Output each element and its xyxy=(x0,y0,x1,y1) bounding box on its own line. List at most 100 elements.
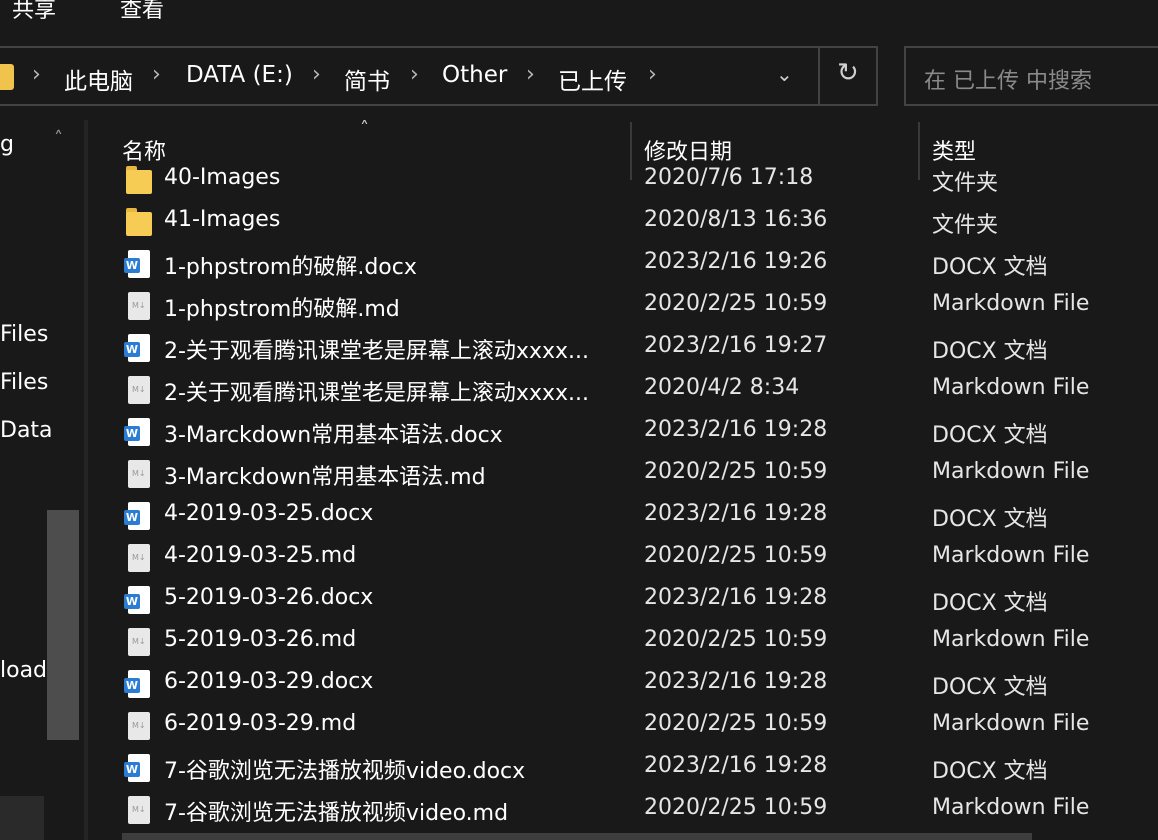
file-name: 3-Marckdown常用基本语法.docx xyxy=(164,423,503,448)
file-name: 2-关于观看腾讯课堂老是屏幕上滚动xxxx... xyxy=(164,339,589,364)
breadcrumb-separator-icon[interactable]: › xyxy=(152,62,161,87)
file-row[interactable]: M↓ 3-Marckdown常用基本语法.md 2020/2/25 10:59 Mar… xyxy=(88,452,1158,494)
breadcrumb-jianshu[interactable]: 简书 xyxy=(344,62,390,96)
tab-view[interactable]: 查看 xyxy=(120,0,164,24)
file-name: 7-谷歌浏览无法播放视频video.md xyxy=(164,801,509,826)
file-name: 41-Images xyxy=(164,207,281,232)
file-row[interactable]: W 4-2019-03-25.docx 2023/2/16 19:28 DOCX 文档 xyxy=(88,494,1158,536)
tab-share[interactable]: 共享 xyxy=(12,0,56,24)
file-name: 6-2019-03-29.docx xyxy=(164,669,374,694)
breadcrumb-this-pc[interactable]: 此电脑 xyxy=(64,62,133,96)
file-date: 2023/2/16 19:28 xyxy=(644,753,828,778)
word-document-icon: W xyxy=(124,418,152,446)
folder-icon xyxy=(126,166,152,194)
sort-ascending-icon: ˄ xyxy=(360,120,369,139)
file-row[interactable]: W 1-phpstrom的破解.docx 2023/2/16 19:26 DOCX 文… xyxy=(88,242,1158,284)
file-row[interactable]: 40-Images 2020/7/6 17:18 文件夹 xyxy=(88,158,1158,200)
file-type: DOCX 文档 xyxy=(932,507,1048,532)
file-type: Markdown File xyxy=(932,291,1090,316)
file-date: 2020/7/6 17:18 xyxy=(644,165,814,190)
file-row[interactable]: W 7-谷歌浏览无法播放视频video.docx 2023/2/16 19:28 DO… xyxy=(88,746,1158,788)
file-type: Markdown File xyxy=(932,711,1090,736)
file-name: 1-phpstrom的破解.docx xyxy=(164,255,417,280)
file-date: 2023/2/16 19:27 xyxy=(644,333,828,358)
file-type: Markdown File xyxy=(932,375,1090,400)
markdown-file-icon: M↓ xyxy=(126,712,152,740)
file-rows: 40-Images 2020/7/6 17:18 文件夹 41-Images 2020/… xyxy=(88,158,1158,830)
search-placeholder: 在 已上传 中搜索 xyxy=(924,69,1092,94)
horizontal-scrollbar[interactable] xyxy=(122,833,1032,840)
file-type: Markdown File xyxy=(932,459,1090,484)
markdown-file-icon: M↓ xyxy=(126,292,152,320)
nav-item[interactable]: Data xyxy=(0,418,53,443)
breadcrumb-separator-icon[interactable]: › xyxy=(32,62,41,87)
markdown-file-icon: M↓ xyxy=(126,460,152,488)
folder-icon xyxy=(126,208,152,236)
markdown-file-icon: M↓ xyxy=(126,796,152,824)
file-type: DOCX 文档 xyxy=(932,759,1048,784)
file-row[interactable]: 41-Images 2020/8/13 16:36 文件夹 xyxy=(88,200,1158,242)
breadcrumb-separator-icon[interactable]: › xyxy=(648,62,657,87)
file-type: DOCX 文档 xyxy=(932,591,1048,616)
file-date: 2020/2/25 10:59 xyxy=(644,459,828,484)
file-row[interactable]: W 6-2019-03-29.docx 2023/2/16 19:28 DOCX 文档 xyxy=(88,662,1158,704)
file-row[interactable]: M↓ 2-关于观看腾讯课堂老是屏幕上滚动xxxx... 2020/4/2 8:34 M… xyxy=(88,368,1158,410)
markdown-file-icon: M↓ xyxy=(126,628,152,656)
file-date: 2020/4/2 8:34 xyxy=(644,375,800,400)
refresh-icon[interactable]: ↻ xyxy=(837,58,859,88)
ribbon: 共享 查看 xyxy=(0,0,1158,30)
breadcrumb-separator-icon[interactable]: › xyxy=(312,62,321,87)
file-type: Markdown File xyxy=(932,795,1090,820)
file-row[interactable]: W 3-Marckdown常用基本语法.docx 2023/2/16 19:28 DO… xyxy=(88,410,1158,452)
file-row[interactable]: M↓ 1-phpstrom的破解.md 2020/2/25 10:59 Markdow… xyxy=(88,284,1158,326)
file-row[interactable]: M↓ 7-谷歌浏览无法播放视频video.md 2020/2/25 10:59 Mar… xyxy=(88,788,1158,830)
nav-scrollbar-thumb[interactable] xyxy=(47,510,79,740)
breadcrumb-separator-icon[interactable]: › xyxy=(410,62,419,87)
file-type: 文件夹 xyxy=(932,213,999,238)
scroll-up-icon[interactable]: ˄ xyxy=(54,128,63,149)
file-name: 3-Marckdown常用基本语法.md xyxy=(164,465,486,490)
file-name: 2-关于观看腾讯课堂老是屏幕上滚动xxxx... xyxy=(164,381,589,406)
folder-icon xyxy=(0,64,14,90)
nav-item[interactable]: Files xyxy=(0,370,48,395)
file-row[interactable]: M↓ 5-2019-03-26.md 2020/2/25 10:59 Markdown… xyxy=(88,620,1158,662)
file-type: DOCX 文档 xyxy=(932,675,1048,700)
nav-scrollbar-track xyxy=(0,796,44,840)
file-row[interactable]: W 5-2019-03-26.docx 2023/2/16 19:28 DOCX 文档 xyxy=(88,578,1158,620)
file-name: 5-2019-03-26.docx xyxy=(164,585,374,610)
breadcrumb-separator-icon[interactable]: › xyxy=(526,62,535,87)
word-document-icon: W xyxy=(124,250,152,278)
chevron-down-icon[interactable]: ⌄ xyxy=(776,62,793,86)
file-name: 4-2019-03-25.docx xyxy=(164,501,374,526)
nav-item[interactable]: g xyxy=(0,132,14,157)
word-document-icon: W xyxy=(124,670,152,698)
file-name: 6-2019-03-29.md xyxy=(164,711,357,736)
file-type: 文件夹 xyxy=(932,171,999,196)
breadcrumb-data-drive[interactable]: DATA (E:) xyxy=(186,62,293,88)
address-bar[interactable]: › 此电脑 › DATA (E:) › 简书 › Other › 已上传 › ⌄… xyxy=(0,46,878,106)
word-document-icon: W xyxy=(124,502,152,530)
nav-item[interactable]: Files xyxy=(0,322,48,347)
file-name: 5-2019-03-26.md xyxy=(164,627,357,652)
file-name: 40-Images xyxy=(164,165,281,190)
breadcrumb-other[interactable]: Other xyxy=(442,62,507,88)
file-type: Markdown File xyxy=(932,627,1090,652)
search-input[interactable]: 在 已上传 中搜索 xyxy=(904,46,1158,106)
file-row[interactable]: M↓ 6-2019-03-29.md 2020/2/25 10:59 Markdown… xyxy=(88,704,1158,746)
file-name: 4-2019-03-25.md xyxy=(164,543,357,568)
word-document-icon: W xyxy=(124,334,152,362)
breadcrumb-uploaded[interactable]: 已上传 xyxy=(558,62,627,96)
file-date: 2023/2/16 19:28 xyxy=(644,501,828,526)
file-row[interactable]: M↓ 4-2019-03-25.md 2020/2/25 10:59 Markdown… xyxy=(88,536,1158,578)
file-date: 2020/2/25 10:59 xyxy=(644,795,828,820)
markdown-file-icon: M↓ xyxy=(126,376,152,404)
file-type: DOCX 文档 xyxy=(932,255,1048,280)
file-type: DOCX 文档 xyxy=(932,339,1048,364)
file-date: 2020/2/25 10:59 xyxy=(644,711,828,736)
file-row[interactable]: W 2-关于观看腾讯课堂老是屏幕上滚动xxxx... 2023/2/16 19:27… xyxy=(88,326,1158,368)
word-document-icon: W xyxy=(124,754,152,782)
file-date: 2020/2/25 10:59 xyxy=(644,291,828,316)
file-type: Markdown File xyxy=(932,543,1090,568)
file-date: 2020/2/25 10:59 xyxy=(644,627,828,652)
nav-item[interactable]: load xyxy=(0,658,47,683)
